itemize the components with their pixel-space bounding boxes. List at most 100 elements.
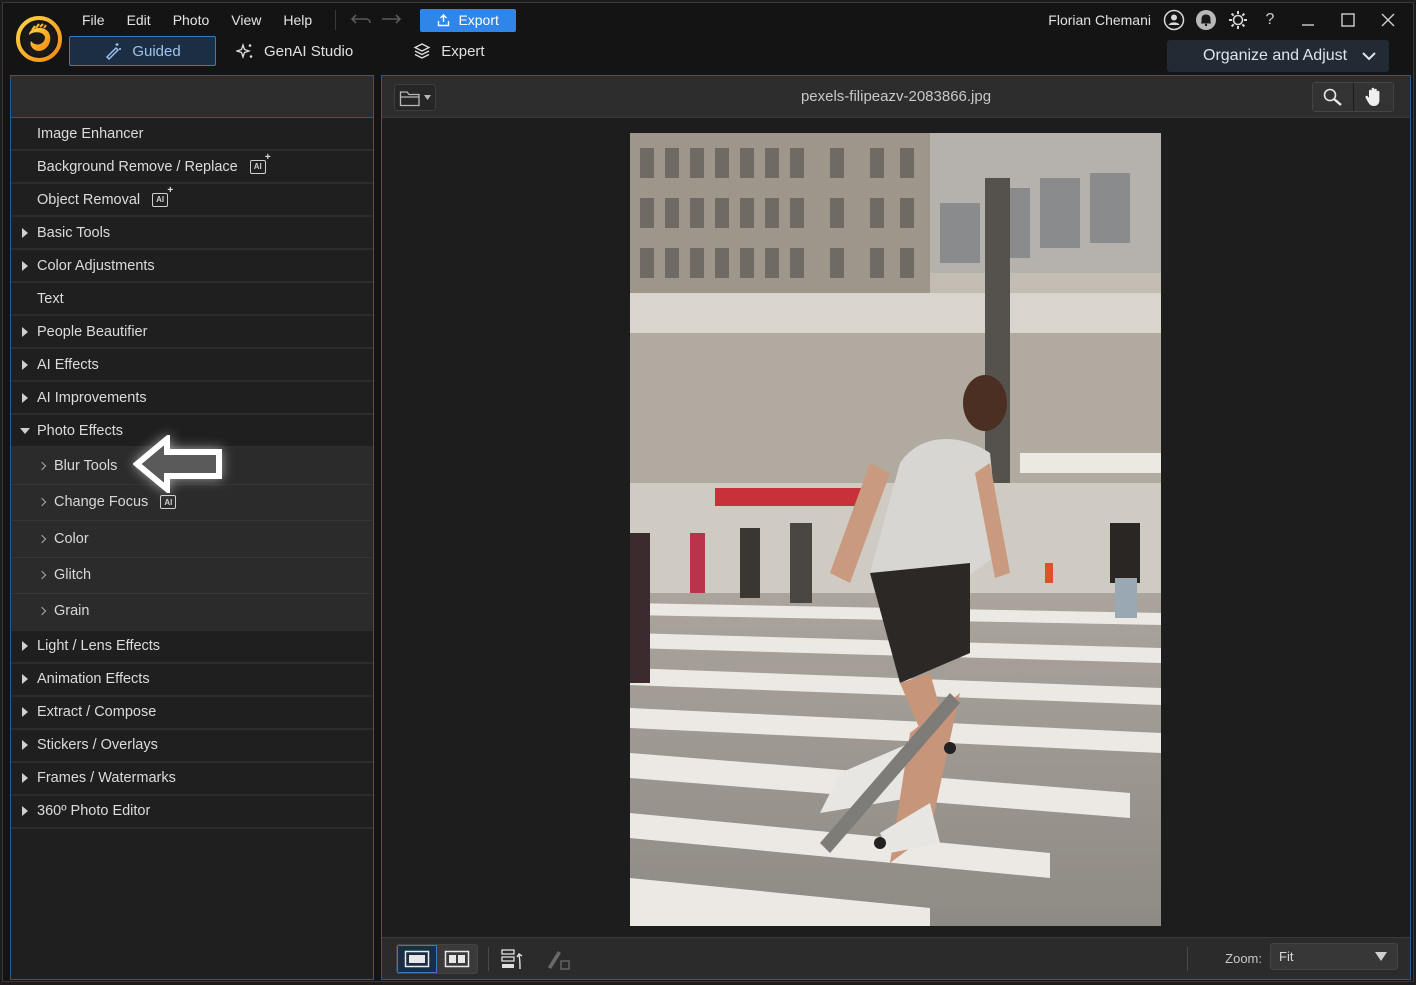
browse-folder-button[interactable] xyxy=(394,84,436,111)
nav-text[interactable]: Text xyxy=(11,283,373,316)
top-right-controls: Florian Chemani ? xyxy=(1048,7,1401,33)
nav-basic-tools[interactable]: Basic Tools xyxy=(11,217,373,250)
nav-extract-compose[interactable]: Extract / Compose xyxy=(11,696,373,730)
tab-expert[interactable]: Expert xyxy=(399,36,498,66)
minimize-button[interactable] xyxy=(1295,9,1321,31)
nav-people-beautifier[interactable]: People Beautifier xyxy=(11,316,373,349)
single-view-button[interactable] xyxy=(397,945,437,973)
nav-ai-improvements[interactable]: AI Improvements xyxy=(11,382,373,415)
tab-guided-label: Guided xyxy=(132,42,181,60)
menu-help[interactable]: Help xyxy=(272,12,323,28)
export-button[interactable]: Export xyxy=(420,8,517,32)
help-icon[interactable]: ? xyxy=(1259,9,1281,31)
menu-file[interactable]: File xyxy=(71,12,116,28)
nav-item-label: Object Removal xyxy=(37,191,141,208)
subnav-change-focus[interactable]: Change Focus AI xyxy=(11,484,373,521)
zoom-select[interactable]: Fit xyxy=(1270,943,1398,970)
nav-ai-effects[interactable]: AI Effects xyxy=(11,349,373,382)
nav-item-label: Basic Tools xyxy=(37,224,111,241)
magic-wand-icon xyxy=(106,43,122,60)
nav-light-lens-effects[interactable]: Light / Lens Effects xyxy=(11,630,373,664)
subnav-glitch[interactable]: Glitch xyxy=(11,557,373,594)
subnav-blur-tools[interactable]: Blur Tools xyxy=(11,448,373,485)
caret-right-icon xyxy=(22,227,28,238)
nav-item-label: Frames / Watermarks xyxy=(37,770,176,786)
dropdown-triangle-icon xyxy=(1375,952,1387,961)
sub-item-label: Blur Tools xyxy=(54,457,118,474)
single-view-icon xyxy=(404,950,430,968)
folder-icon xyxy=(399,90,420,106)
tab-genai-label: GenAI Studio xyxy=(264,42,354,60)
caret-right-icon xyxy=(22,641,28,651)
chevron-right-icon xyxy=(37,534,47,543)
menu-edit[interactable]: Edit xyxy=(116,12,162,28)
pan-tool-button[interactable] xyxy=(1353,83,1393,111)
menu-separator xyxy=(335,10,337,30)
nav-color-adjustments[interactable]: Color Adjustments xyxy=(11,250,373,283)
sub-item-label: Grain xyxy=(54,603,90,620)
chevron-right-icon xyxy=(37,461,47,470)
workspace-dropdown-value: Organize and Adjust xyxy=(1203,47,1348,64)
settings-gear-icon[interactable] xyxy=(1227,9,1249,31)
nav-background-remove-replace[interactable]: Background Remove / Replace AI xyxy=(11,151,373,184)
compare-view-button[interactable] xyxy=(437,945,477,973)
nav-item-label: People Beautifier xyxy=(37,323,148,340)
notification-bell-icon[interactable] xyxy=(1195,9,1217,31)
zoom-value: Fit xyxy=(1279,949,1294,964)
nav-stickers-overlays[interactable]: Stickers / Overlays xyxy=(11,729,373,763)
subnav-grain[interactable]: Grain xyxy=(11,594,373,631)
nav-frames-watermarks[interactable]: Frames / Watermarks xyxy=(11,762,373,796)
caret-right-icon xyxy=(22,806,28,816)
caret-down-icon xyxy=(20,427,30,434)
nav-animation-effects[interactable]: Animation Effects xyxy=(11,663,373,697)
sparkle-icon xyxy=(236,42,253,60)
zoom-tool-button[interactable] xyxy=(1313,83,1353,111)
layers-icon xyxy=(413,43,431,59)
nav-360-photo-editor[interactable]: 360º Photo Editor xyxy=(11,795,373,829)
caret-right-icon xyxy=(22,740,28,750)
nav-photo-effects[interactable]: Photo Effects xyxy=(11,415,373,448)
hand-icon xyxy=(1364,87,1379,106)
nav-item-label: Color Adjustments xyxy=(37,257,155,274)
nav-item-label: 360º Photo Editor xyxy=(37,803,151,819)
magnifier-icon xyxy=(1323,88,1342,106)
sub-item-label: Change Focus xyxy=(54,494,149,511)
app-logo-icon xyxy=(16,16,62,62)
history-list-icon[interactable] xyxy=(498,947,528,971)
close-button[interactable] xyxy=(1375,9,1401,31)
maximize-button[interactable] xyxy=(1335,9,1361,31)
chevron-right-icon xyxy=(37,571,47,580)
sub-item-label: Glitch xyxy=(54,567,92,584)
redo-icon[interactable] xyxy=(380,12,402,28)
nav-image-enhancer[interactable]: Image Enhancer xyxy=(11,118,373,151)
undo-icon[interactable] xyxy=(350,12,372,28)
nav-item-label: Photo Effects xyxy=(37,422,123,439)
file-name: pexels-filipeazv-2083866.jpg xyxy=(800,88,992,105)
caret-right-icon xyxy=(22,674,28,684)
menu-view[interactable]: View xyxy=(220,12,272,28)
photo-canvas[interactable] xyxy=(630,133,1161,926)
viewer-toolbar: pexels-filipeazv-2083866.jpg xyxy=(382,76,1410,118)
bottom-separator xyxy=(488,947,489,971)
nav-item-label: Animation Effects xyxy=(37,671,150,687)
panel-header xyxy=(11,76,373,118)
user-account-icon[interactable] xyxy=(1163,9,1185,31)
menu-photo[interactable]: Photo xyxy=(162,12,221,28)
caret-right-icon xyxy=(22,326,28,337)
export-upload-icon xyxy=(438,13,450,26)
chevron-right-icon xyxy=(37,607,47,616)
nav-object-removal[interactable]: Object Removal AI xyxy=(11,184,373,217)
tab-expert-label: Expert xyxy=(441,42,485,60)
workspace-dropdown[interactable]: Organize and Adjust xyxy=(1167,40,1389,72)
user-name[interactable]: Florian Chemani xyxy=(1048,12,1151,28)
caret-right-icon xyxy=(22,260,28,271)
dropdown-triangle-icon xyxy=(424,95,431,100)
sub-item-label: Color xyxy=(54,530,89,547)
nav-item-label: Background Remove / Replace xyxy=(37,158,238,175)
photo-building-right xyxy=(930,133,1161,273)
brush-eraser-icon[interactable] xyxy=(542,947,572,971)
subnav-color[interactable]: Color xyxy=(11,521,373,558)
export-label: Export xyxy=(458,12,499,28)
tab-guided[interactable]: Guided xyxy=(69,36,216,66)
tab-genai-studio[interactable]: GenAI Studio xyxy=(222,36,367,66)
